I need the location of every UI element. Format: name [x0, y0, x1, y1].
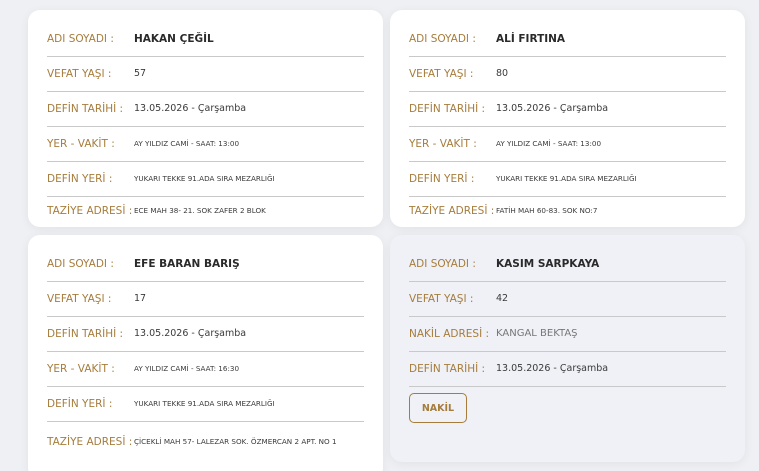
date-label: DEFİN TARİHİ :	[409, 103, 486, 115]
nakil-address-row: NAKİL ADRESİ : KANGAL BEKTAŞ	[409, 317, 726, 352]
age-value: 17	[134, 293, 147, 304]
date-value: 13.05.2026 - Çarşamba	[134, 103, 247, 114]
condolence-label: TAZİYE ADRESİ :	[47, 205, 133, 217]
condolence-row: TAZİYE ADRESİ : FATİH MAH 60-83. SOK NO:…	[409, 197, 726, 225]
nakil-address-value: KANGAL BEKTAŞ	[496, 328, 578, 339]
condolence-label: TAZİYE ADRESİ :	[409, 205, 495, 217]
place-time-label: YER - VAKİT :	[47, 138, 115, 150]
obituary-card: ADI SOYADI : HAKAN ÇEĞİL VEFAT YAŞI : 57…	[28, 10, 383, 227]
obituary-card: ADI SOYADI : EFE BARAN BARIŞ VEFAT YAŞI …	[28, 235, 383, 471]
date-value: 13.05.2026 - Çarşamba	[496, 363, 609, 374]
place-time-row: YER - VAKİT : AY YILDIZ CAMİ - SAAT: 16:…	[47, 352, 364, 387]
burial-label: DEFİN YERİ :	[409, 173, 475, 185]
burial-row: DEFİN YERİ : YUKARI TEKKE 91.ADA SIRA ME…	[409, 162, 726, 197]
condolence-label: TAZİYE ADRESİ :	[47, 436, 133, 448]
name-row: ADI SOYADI : EFE BARAN BARIŞ	[47, 247, 364, 282]
place-time-label: YER - VAKİT :	[409, 138, 477, 150]
name-row: ADI SOYADI : HAKAN ÇEĞİL	[47, 22, 364, 57]
age-value: 80	[496, 68, 509, 79]
nakil-address-label: NAKİL ADRESİ :	[409, 328, 490, 340]
place-time-value: AY YILDIZ CAMİ - SAAT: 16:30	[134, 364, 240, 373]
date-value: 13.05.2026 - Çarşamba	[496, 103, 609, 114]
condolence-row: TAZİYE ADRESİ : ECE MAH 38- 21. SOK ZAFE…	[47, 197, 364, 225]
name-value: HAKAN ÇEĞİL	[134, 33, 214, 45]
condolence-row: TAZİYE ADRESİ : ÇİCEKLİ MAH 57- LALEZAR …	[47, 422, 364, 462]
name-value: KASIM SARPKAYA	[496, 258, 600, 270]
condolence-value: ECE MAH 38- 21. SOK ZAFER 2 BLOK	[134, 206, 266, 215]
place-time-row: YER - VAKİT : AY YILDIZ CAMİ - SAAT: 13:…	[47, 127, 364, 162]
date-label: DEFİN TARİHİ :	[47, 328, 124, 340]
age-row: VEFAT YAŞI : 17	[47, 282, 364, 317]
burial-label: DEFİN YERİ :	[47, 173, 113, 185]
burial-row: DEFİN YERİ : YUKARI TEKKE 91.ADA SIRA ME…	[47, 162, 364, 197]
date-value: 13.05.2026 - Çarşamba	[134, 328, 247, 339]
age-row: VEFAT YAŞI : 57	[47, 57, 364, 92]
age-label: VEFAT YAŞI :	[47, 293, 112, 305]
burial-row: DEFİN YERİ : YUKARI TEKKE 91.ADA SIRA ME…	[47, 387, 364, 422]
place-time-label: YER - VAKİT :	[47, 363, 115, 375]
age-label: VEFAT YAŞI :	[47, 68, 112, 80]
age-label: VEFAT YAŞI :	[409, 68, 474, 80]
name-row: ADI SOYADI : KASIM SARPKAYA	[409, 247, 726, 282]
age-row: VEFAT YAŞI : 42	[409, 282, 726, 317]
burial-value: YUKARI TEKKE 91.ADA SIRA MEZARLIĞI	[134, 399, 275, 408]
date-label: DEFİN TARİHİ :	[47, 103, 124, 115]
name-value: EFE BARAN BARIŞ	[134, 258, 240, 270]
place-time-row: YER - VAKİT : AY YILDIZ CAMİ - SAAT: 13:…	[409, 127, 726, 162]
name-label: ADI SOYADI :	[409, 33, 476, 45]
date-row: DEFİN TARİHİ : 13.05.2026 - Çarşamba	[409, 92, 726, 127]
age-value: 57	[134, 68, 147, 79]
condolence-value: ÇİCEKLİ MAH 57- LALEZAR SOK. ÖZMERCAN 2 …	[134, 437, 337, 446]
place-time-value: AY YILDIZ CAMİ - SAAT: 13:00	[134, 139, 240, 148]
name-label: ADI SOYADI :	[409, 258, 476, 270]
obituary-card: ADI SOYADI : ALİ FIRTINA VEFAT YAŞI : 80…	[390, 10, 745, 227]
name-row: ADI SOYADI : ALİ FIRTINA	[409, 22, 726, 57]
name-value: ALİ FIRTINA	[496, 33, 566, 45]
place-time-value: AY YILDIZ CAMİ - SAAT: 13:00	[496, 139, 602, 148]
date-label: DEFİN TARİHİ :	[409, 363, 486, 375]
burial-value: YUKARI TEKKE 91.ADA SIRA MEZARLIĞI	[134, 174, 275, 183]
name-label: ADI SOYADI :	[47, 258, 114, 270]
date-row: DEFİN TARİHİ : 13.05.2026 - Çarşamba	[47, 92, 364, 127]
nakil-button[interactable]: NAKİL	[409, 393, 467, 423]
date-row: DEFİN TARİHİ : 13.05.2026 - Çarşamba	[47, 317, 364, 352]
condolence-value: FATİH MAH 60-83. SOK NO:7	[496, 206, 598, 215]
date-row: DEFİN TARİHİ : 13.05.2026 - Çarşamba	[409, 352, 726, 387]
age-label: VEFAT YAŞI :	[409, 293, 474, 305]
age-value: 42	[496, 293, 509, 304]
burial-label: DEFİN YERİ :	[47, 398, 113, 410]
name-label: ADI SOYADI :	[47, 33, 114, 45]
age-row: VEFAT YAŞI : 80	[409, 57, 726, 92]
obituary-card-transfer: ADI SOYADI : KASIM SARPKAYA VEFAT YAŞI :…	[390, 235, 745, 462]
burial-value: YUKARI TEKKE 91.ADA SIRA MEZARLIĞI	[496, 174, 637, 183]
